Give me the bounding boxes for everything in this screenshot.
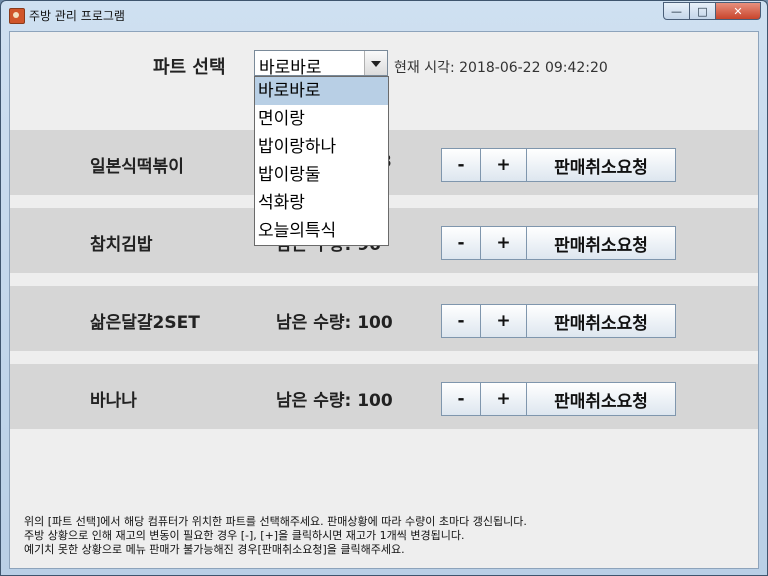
close-button[interactable]: ✕ — [716, 2, 761, 20]
main-panel: 파트 선택 바로바로 현재 시각: 2018-06-22 09:42:20 일본… — [9, 31, 759, 569]
help-line: 위의 [파트 선택]에서 해당 컴퓨터가 위치한 파트를 선택해주세요. 판매상… — [24, 515, 527, 528]
app-window: 주방 관리 프로그램 — □ ✕ 파트 선택 바로바로 현재 시각: 2018-… — [0, 0, 768, 576]
part-select-combobox[interactable]: 바로바로 — [254, 50, 388, 78]
increase-button[interactable]: + — [480, 148, 527, 182]
maximize-icon: □ — [697, 4, 708, 18]
item-stock: 남은 수량: 100 — [276, 313, 393, 333]
dropdown-option[interactable]: 면이랑 — [255, 105, 388, 133]
increase-button[interactable]: + — [480, 382, 527, 416]
part-select-label: 파트 선택 — [153, 57, 226, 78]
increase-button[interactable]: + — [480, 226, 527, 260]
dropdown-option[interactable]: 석화랑 — [255, 189, 388, 217]
menu-item-row: 삶은달걀2SET 남은 수량: 100 - + 판매취소요청 — [10, 286, 758, 351]
close-icon: ✕ — [733, 4, 743, 18]
cancel-sale-button[interactable]: 판매취소요청 — [526, 148, 676, 182]
decrease-button[interactable]: - — [441, 226, 481, 260]
current-time-label: 현재 시각: 2018-06-22 09:42:20 — [394, 60, 608, 76]
help-line: 예기치 못한 상황으로 메뉴 판매가 불가능해진 경우[판매취소요청]을 클릭해… — [24, 543, 405, 556]
maximize-button[interactable]: □ — [690, 2, 716, 20]
item-stock: 남은 수량: 100 — [276, 391, 393, 411]
dropdown-option[interactable]: 밥이랑둘 — [255, 161, 388, 189]
minimize-icon: — — [671, 4, 682, 18]
menu-item-row: 바나나 남은 수량: 100 - + 판매취소요청 — [10, 364, 758, 429]
item-name: 참치김밥 — [90, 235, 153, 255]
window-controls: — □ ✕ — [663, 2, 761, 20]
cancel-sale-button[interactable]: 판매취소요청 — [526, 304, 676, 338]
title-bar[interactable]: 주방 관리 프로그램 — □ ✕ — [1, 1, 767, 29]
chevron-down-icon[interactable] — [364, 51, 387, 75]
item-name: 바나나 — [90, 391, 137, 411]
help-text: 위의 [파트 선택]에서 해당 컴퓨터가 위치한 파트를 선택해주세요. 판매상… — [24, 515, 527, 557]
item-name: 일본식떡볶이 — [90, 157, 184, 177]
dropdown-option[interactable]: 밥이랑하나 — [255, 133, 388, 161]
dropdown-option[interactable]: 바로바로 — [255, 77, 388, 105]
decrease-button[interactable]: - — [441, 148, 481, 182]
cancel-sale-button[interactable]: 판매취소요청 — [526, 226, 676, 260]
dropdown-option[interactable]: 오늘의특식 — [255, 217, 388, 245]
window-title: 주방 관리 프로그램 — [29, 9, 125, 23]
increase-button[interactable]: + — [480, 304, 527, 338]
decrease-button[interactable]: - — [441, 304, 481, 338]
decrease-button[interactable]: - — [441, 382, 481, 416]
item-name: 삶은달걀2SET — [90, 313, 200, 333]
part-select-value: 바로바로 — [259, 58, 322, 78]
cancel-sale-button[interactable]: 판매취소요청 — [526, 382, 676, 416]
minimize-button[interactable]: — — [663, 2, 690, 20]
part-dropdown-list: 바로바로 면이랑 밥이랑하나 밥이랑둘 석화랑 오늘의특식 — [254, 76, 389, 246]
java-app-icon — [9, 8, 25, 24]
help-line: 주방 상황으로 인해 재고의 변동이 필요한 경우 [-], [+]을 클릭하시… — [24, 529, 465, 542]
